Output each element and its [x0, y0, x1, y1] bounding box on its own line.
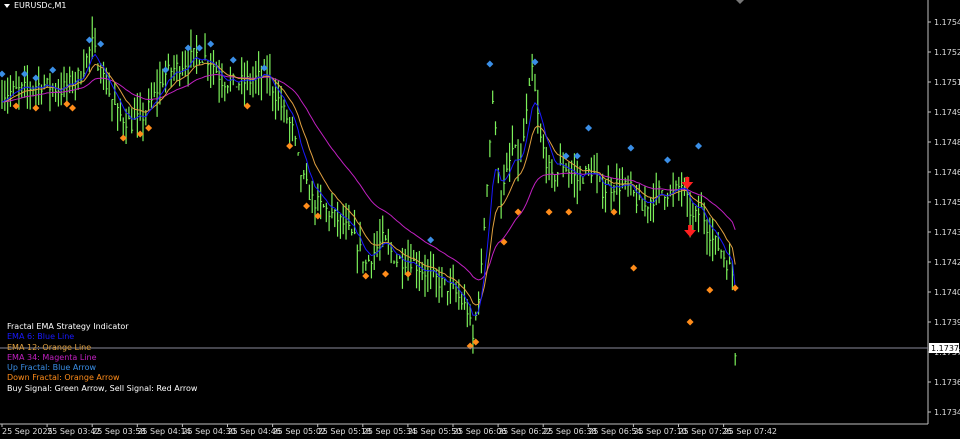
down-fractal-icon: [630, 264, 638, 272]
y-tick-label: 1.17420: [934, 258, 960, 267]
x-tick-label: 25 Sep 2025: [2, 427, 53, 436]
current-price-label: 1.17377: [931, 344, 960, 353]
up-fractal-icon: [49, 66, 57, 74]
indicator-legend: Fractal EMA Strategy Indicator EMA 6: Bl…: [7, 322, 197, 394]
y-tick-label: 1.17405: [934, 288, 960, 297]
legend-down-fractal: Down Fractal: Orange Arrow: [7, 373, 120, 383]
down-fractal-icon: [145, 124, 153, 132]
up-fractal-icon: [585, 124, 593, 132]
legend-up-fractal: Up Fractal: Blue Arrow: [7, 363, 97, 373]
down-fractal-icon: [286, 142, 294, 150]
x-tick-label: 25 Sep 07:42: [724, 427, 777, 436]
down-fractal-icon: [32, 104, 40, 112]
up-fractal-icon: [695, 142, 703, 150]
y-tick-label: 1.17360: [934, 378, 960, 387]
y-tick-label: 1.17435: [934, 228, 960, 237]
y-tick-label: 1.17345: [934, 408, 960, 417]
symbol-label: EURUSDc,M1: [14, 1, 67, 10]
y-tick-label: 1.17480: [934, 138, 960, 147]
chart-shift-marker-icon: [736, 0, 744, 4]
legend-signals: Buy Signal: Green Arrow, Sell Signal: Re…: [7, 383, 198, 393]
legend-ema34: EMA 34: Magenta Line: [7, 352, 97, 362]
bars-group: [1, 16, 737, 366]
legend-title: Fractal EMA Strategy Indicator: [7, 322, 129, 331]
sell-arrow-icon: [684, 225, 697, 237]
y-tick-label: 1.17540: [934, 18, 960, 27]
up-fractal-icon: [229, 56, 237, 64]
y-tick-label: 1.17510: [934, 78, 960, 87]
down-fractal-icon: [303, 202, 311, 210]
y-tick-label: 1.17525: [934, 48, 960, 57]
down-fractal-icon: [565, 208, 573, 216]
down-fractal-icon: [63, 100, 71, 108]
down-fractal-icon: [69, 104, 76, 112]
legend-ema12: EMA 12: Orange Line: [7, 342, 92, 352]
sell-arrow-icon: [681, 177, 694, 189]
up-fractal-icon: [0, 70, 6, 78]
down-fractal-icon: [545, 208, 553, 216]
up-fractal-icon: [427, 236, 435, 244]
up-fractal-icon: [486, 60, 494, 68]
down-fractal-icon: [706, 286, 714, 294]
down-fractal-icon: [686, 318, 694, 326]
up-fractal-icon: [207, 40, 215, 48]
y-tick-label: 1.17465: [934, 168, 960, 177]
y-tick-label: 1.17495: [934, 108, 960, 117]
y-tick-label: 1.17390: [934, 318, 960, 327]
legend-ema6: EMA 6: Blue Line: [7, 332, 75, 342]
up-fractal-icon: [97, 40, 105, 48]
down-fractal-icon: [382, 270, 390, 278]
up-fractal-icon: [627, 144, 635, 152]
y-tick-label: 1.17450: [934, 198, 960, 207]
up-fractal-icon: [664, 156, 672, 164]
chart-title: EURUSDc,M1: [4, 1, 67, 10]
down-fractal-icon: [362, 272, 370, 280]
dropdown-triangle-icon[interactable]: [4, 3, 10, 8]
